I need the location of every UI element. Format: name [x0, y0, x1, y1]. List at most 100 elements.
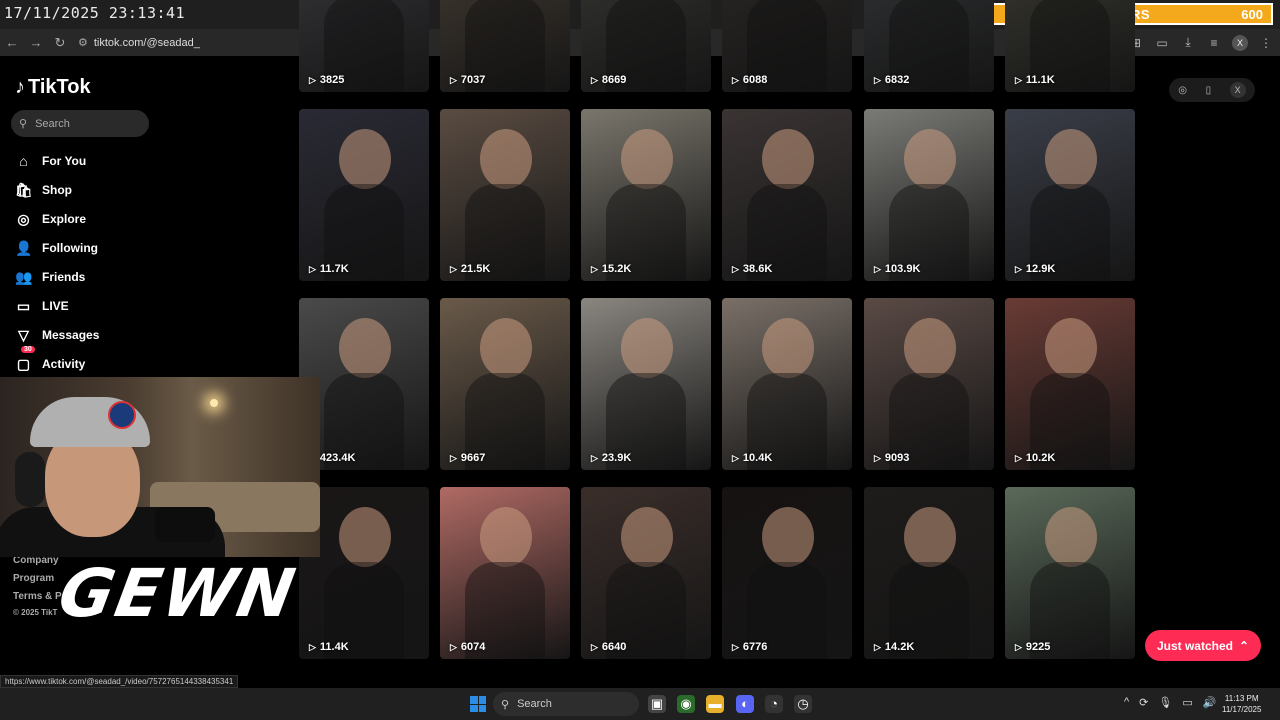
- view-count-value: 21.5K: [460, 263, 491, 275]
- play-icon: ▷: [591, 263, 598, 274]
- sidebar-item-for-you[interactable]: ⌂ For You: [15, 150, 86, 172]
- taskbar-search[interactable]: ⚲ Search: [493, 692, 639, 716]
- play-icon: ▷: [732, 641, 739, 652]
- video-thumbnail[interactable]: ▷ 14.2K: [864, 487, 994, 659]
- volume-icon[interactable]: 🔊: [1203, 696, 1217, 709]
- sidebar-item-label: Following: [42, 241, 98, 255]
- video-thumbnail[interactable]: ▷ 12.9K: [1005, 109, 1135, 281]
- video-thumbnail[interactable]: ▷ 9667: [440, 298, 570, 470]
- thumbnail-subject: [480, 507, 532, 567]
- view-count: ▷ 9667: [450, 452, 485, 464]
- display-icon[interactable]: ▭: [1182, 696, 1192, 709]
- thumbnail-subject: [339, 318, 391, 378]
- sidebar-item-messages[interactable]: ▽ Messages: [15, 324, 99, 346]
- video-thumbnail[interactable]: ▷ 11.7K: [299, 109, 429, 281]
- sidebar-item-live[interactable]: ▭ LIVE: [15, 295, 69, 317]
- sidebar-item-shop[interactable]: 🛍 Shop: [15, 179, 72, 201]
- video-thumbnail[interactable]: ▷ 103.9K: [864, 109, 994, 281]
- thumbnail-subject: [339, 129, 391, 189]
- headphones: [15, 452, 45, 507]
- play-icon: ▷: [1015, 263, 1022, 274]
- video-thumbnail[interactable]: ▷ 9225: [1005, 487, 1135, 659]
- video-thumbnail[interactable]: ▷ 21.5K: [440, 109, 570, 281]
- system-tray: ^ ⟳ 🎙 ▭ 🔊: [1124, 696, 1216, 709]
- status-url: https://www.tiktok.com/@seadad_/video/75…: [0, 675, 239, 688]
- video-thumbnail[interactable]: ▷ 10.2K: [1005, 298, 1135, 470]
- profile-avatar-icon[interactable]: X: [1232, 34, 1248, 51]
- video-thumbnail[interactable]: ▷ 9093: [864, 298, 994, 470]
- download-icon[interactable]: ⤓: [1180, 35, 1196, 50]
- thumbnail-subject: [904, 129, 956, 189]
- video-thumbnail[interactable]: ▷ 11.1K: [1005, 0, 1135, 92]
- view-count: ▷ 11.1K: [1015, 74, 1055, 86]
- mic-icon[interactable]: 🎙: [1158, 696, 1172, 709]
- site-info-icon[interactable]: ⚙: [78, 36, 88, 49]
- video-thumbnail[interactable]: ▷ 23.9K: [581, 298, 711, 470]
- video-thumbnail[interactable]: ▷ 6776: [722, 487, 852, 659]
- thumbnail-subject: [762, 129, 814, 189]
- view-count: ▷ 8669: [591, 74, 626, 86]
- video-thumbnail[interactable]: ▷ 6832: [864, 0, 994, 92]
- play-icon: ▷: [591, 452, 598, 463]
- microphone: [155, 507, 215, 542]
- video-thumbnail[interactable]: ▷ 6640: [581, 487, 711, 659]
- compass-icon[interactable]: ◎: [1178, 85, 1187, 96]
- tiktok-logo[interactable]: ♪ TikTok: [15, 76, 91, 99]
- view-count-value: 8669: [601, 74, 627, 86]
- reload-icon[interactable]: ↻: [48, 35, 72, 51]
- sidebar-item-activity[interactable]: ▢ 30 Activity: [15, 346, 85, 375]
- thumbnail-subject: [904, 318, 956, 378]
- thumbnail-subject: [621, 129, 673, 189]
- discord-icon[interactable]: ◐: [736, 695, 754, 713]
- view-count-value: 6640: [601, 641, 627, 653]
- phone-icon[interactable]: ▯: [1206, 85, 1212, 96]
- play-icon: ▷: [874, 452, 881, 463]
- clock-app-icon[interactable]: ◷: [794, 695, 812, 713]
- sidebar-item-friends[interactable]: 👥 Friends: [15, 266, 85, 288]
- video-thumbnail[interactable]: ▷ 8669: [581, 0, 711, 92]
- view-count-value: 10.2K: [1025, 452, 1056, 464]
- search-input[interactable]: ⚲ Search: [11, 110, 149, 137]
- tiktok-note-icon: ♪: [15, 76, 25, 98]
- view-count-value: 14.2K: [884, 641, 915, 653]
- view-count-value: 7037: [460, 74, 486, 86]
- back-icon[interactable]: ←: [0, 35, 24, 50]
- video-thumbnail[interactable]: ▷ 38.6K: [722, 109, 852, 281]
- chrome-icon[interactable]: ◉: [677, 695, 695, 713]
- view-count-value: 9225: [1025, 641, 1051, 653]
- task-view-icon[interactable]: ▣: [648, 695, 666, 713]
- video-thumbnail[interactable]: ▷ 6074: [440, 487, 570, 659]
- play-icon: ▷: [450, 452, 457, 463]
- url-field[interactable]: tiktok.com/@seadad_: [94, 37, 200, 49]
- footer-program[interactable]: Program: [13, 573, 54, 584]
- sidebar-item-label: Explore: [42, 212, 87, 226]
- sidebar-icon[interactable]: ▭: [1154, 36, 1170, 50]
- view-count: ▷ 6088: [732, 74, 767, 86]
- file-explorer-icon[interactable]: ▬: [706, 695, 724, 713]
- video-thumbnail[interactable]: ▷ 6088: [722, 0, 852, 92]
- forward-icon[interactable]: →: [24, 35, 48, 50]
- gewn-logo: GEWN: [53, 555, 303, 632]
- tray-chevron-icon[interactable]: ^: [1124, 696, 1129, 709]
- menu-icon[interactable]: ⋮: [1258, 36, 1274, 50]
- taskbar-clock[interactable]: 11:13 PM 11/17/2025: [1222, 693, 1261, 715]
- play-icon: ▷: [1015, 641, 1022, 652]
- chevron-up-icon: ⌃: [1238, 638, 1250, 653]
- view-count-value: 6088: [742, 74, 768, 86]
- view-count-value: 6074: [460, 641, 486, 653]
- media-icon[interactable]: ≡: [1206, 36, 1222, 50]
- sidebar-item-explore[interactable]: ◎ Explore: [15, 208, 86, 230]
- cap-logo-icon: [108, 401, 136, 429]
- video-thumbnail[interactable]: ▷ 3825: [299, 0, 429, 92]
- sidebar-item-following[interactable]: 👤 Following: [15, 237, 98, 259]
- view-count-value: 6776: [742, 641, 768, 653]
- sync-icon[interactable]: ⟳: [1139, 696, 1148, 709]
- video-thumbnail[interactable]: ▷ 15.2K: [581, 109, 711, 281]
- view-count: ▷ 12.9K: [1015, 263, 1055, 275]
- just-watched-button[interactable]: Just watched ⌃: [1145, 630, 1261, 661]
- video-thumbnail[interactable]: ▷ 7037: [440, 0, 570, 92]
- windows-start-icon[interactable]: [470, 696, 486, 712]
- close-icon[interactable]: X: [1229, 82, 1246, 98]
- obs-icon[interactable]: ◔: [765, 695, 783, 713]
- video-thumbnail[interactable]: ▷ 10.4K: [722, 298, 852, 470]
